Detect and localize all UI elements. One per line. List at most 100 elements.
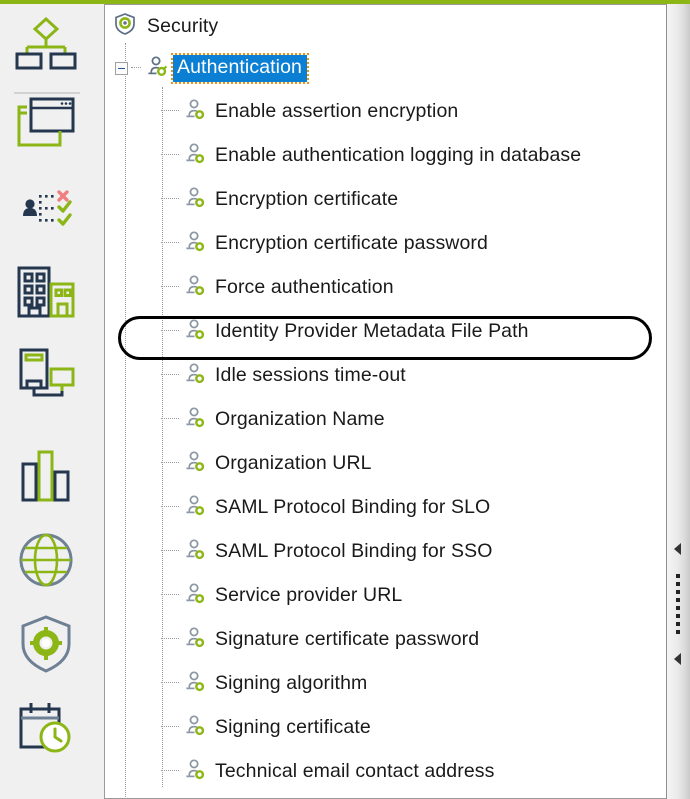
- tree-node-item[interactable]: Signing algorithm: [105, 661, 665, 705]
- tree-node-item[interactable]: Signing certificate: [105, 705, 665, 749]
- tree-node-item[interactable]: Enable authentication logging in databas…: [105, 133, 665, 177]
- tree-node-item[interactable]: Enable assertion encryption: [105, 89, 665, 133]
- tree-connector: [161, 330, 179, 332]
- sidebar-item-buildings[interactable]: [0, 256, 92, 328]
- tree-node-label: SAML Protocol Binding for SLO: [215, 495, 491, 518]
- sidebar-item-user-provisioning[interactable]: [0, 172, 92, 244]
- user-key-icon: [181, 228, 207, 259]
- tree-connector: [161, 682, 179, 684]
- tree-node-label: Signing algorithm: [215, 671, 368, 694]
- tree-node-label: Signing certificate: [215, 715, 371, 738]
- tree-node-item[interactable]: Signature certificate password: [105, 617, 665, 661]
- tree-connector: [161, 286, 179, 288]
- tree-node-label: Technical email contact address: [215, 759, 495, 782]
- tree-connector: [161, 550, 179, 552]
- user-key-icon: [181, 580, 207, 611]
- tree-node-label: Force authentication: [215, 275, 394, 298]
- sidebar-item-bar-chart[interactable]: [0, 440, 92, 512]
- tree-node-item[interactable]: SAML Protocol Binding for SLO: [105, 485, 665, 529]
- tree-node-label: Signature certificate password: [215, 627, 480, 650]
- tree-node-label: SAML Protocol Binding for SSO: [215, 539, 493, 562]
- panel-splitter[interactable]: [666, 4, 690, 799]
- user-key-icon: [181, 404, 207, 435]
- tree-connector: [161, 770, 179, 772]
- tree-node-label: Authentication: [171, 52, 309, 84]
- sidebar-item-security[interactable]: [0, 608, 92, 680]
- tree-node-item[interactable]: Force authentication: [105, 265, 665, 309]
- tree-node-label: Identity Provider Metadata File Path: [215, 319, 529, 342]
- tree-children-container: Enable assertion encryption Enable authe…: [105, 89, 665, 793]
- tree-node-item[interactable]: SAML Protocol Binding for SSO: [105, 529, 665, 573]
- user-key-icon: [143, 53, 169, 84]
- tree-connector: [161, 638, 179, 640]
- tree-expander-collapse-icon[interactable]: [115, 61, 128, 75]
- tree-node-item[interactable]: Encryption certificate: [105, 177, 665, 221]
- shield-gear-icon: [113, 12, 137, 41]
- tree-node-item[interactable]: Service provider URL: [105, 573, 665, 617]
- tree-node-label: Security: [147, 14, 219, 37]
- user-key-icon: [181, 140, 207, 171]
- sidebar-item-window-layout[interactable]: [0, 88, 92, 160]
- user-key-icon: [181, 96, 207, 127]
- tree-node-security[interactable]: Security: [105, 5, 665, 47]
- tree-connector: [161, 242, 179, 244]
- user-key-icon: [181, 184, 207, 215]
- tree-node-label: Idle sessions time-out: [215, 363, 406, 386]
- sidebar-item-globe[interactable]: [0, 524, 92, 596]
- collapse-left-arrow-icon[interactable]: [674, 543, 681, 555]
- tree-connector: [161, 462, 179, 464]
- org-chart-icon: [15, 16, 77, 72]
- tree-connector: [161, 154, 179, 156]
- tree-node-label: Enable assertion encryption: [215, 99, 459, 122]
- tree-node-label: Organization URL: [215, 451, 372, 474]
- user-key-icon: [181, 316, 207, 347]
- tree-connector: [161, 198, 179, 200]
- tree-node-item[interactable]: Organization Name: [105, 397, 665, 441]
- tree-connector: [131, 67, 141, 69]
- user-key-icon: [181, 536, 207, 567]
- user-provisioning-icon: [15, 182, 77, 234]
- globe-icon: [15, 531, 77, 589]
- window-layout-icon: [15, 95, 77, 153]
- calendar-clock-icon: [15, 699, 77, 757]
- tree-node-label: Enable authentication logging in databas…: [215, 143, 582, 166]
- tree-connector: [161, 506, 179, 508]
- shield-gear-icon: [15, 614, 77, 674]
- devices-icon: [15, 347, 77, 405]
- tree-node-item[interactable]: Encryption certificate password: [105, 221, 665, 265]
- application-window: Security Authentication Enable assertion…: [0, 0, 690, 799]
- user-key-icon: [181, 712, 207, 743]
- sidebar-divider: [14, 92, 80, 94]
- collapse-left-arrow-icon-2[interactable]: [674, 653, 681, 665]
- user-key-icon: [181, 360, 207, 391]
- user-key-icon: [181, 756, 207, 787]
- user-key-icon: [181, 668, 207, 699]
- tree-node-label: Organization Name: [215, 407, 385, 430]
- user-key-icon: [181, 448, 207, 479]
- tree-node-authentication[interactable]: Authentication: [105, 47, 665, 89]
- top-accent-bar: [0, 0, 690, 4]
- user-key-icon: [181, 624, 207, 655]
- user-key-icon: [181, 492, 207, 523]
- tree-connector: [161, 726, 179, 728]
- sidebar-item-calendar-clock[interactable]: [0, 692, 92, 764]
- tree-node-label: Encryption certificate: [215, 187, 399, 210]
- tree-connector: [161, 374, 179, 376]
- tree-node-item[interactable]: Organization URL: [105, 441, 665, 485]
- tree-node-item[interactable]: Identity Provider Metadata File Path: [105, 309, 665, 353]
- tree-connector: [161, 594, 179, 596]
- sidebar-item-org-chart[interactable]: [0, 8, 92, 80]
- settings-tree-panel: Security Authentication Enable assertion…: [104, 4, 666, 799]
- splitter-grip-icon[interactable]: [676, 574, 680, 638]
- tree-node-item[interactable]: Idle sessions time-out: [105, 353, 665, 397]
- user-key-icon: [181, 272, 207, 303]
- sidebar-item-devices[interactable]: [0, 340, 92, 412]
- bar-chart-icon: [15, 447, 77, 505]
- buildings-icon: [15, 264, 77, 320]
- tree-node-label: Encryption certificate password: [215, 231, 488, 254]
- tree-node-label: Service provider URL: [215, 583, 403, 606]
- tree-connector: [161, 418, 179, 420]
- tree-node-item[interactable]: Technical email contact address: [105, 749, 665, 793]
- tree-connector: [161, 110, 179, 112]
- tree: Security Authentication Enable assertion…: [105, 5, 665, 793]
